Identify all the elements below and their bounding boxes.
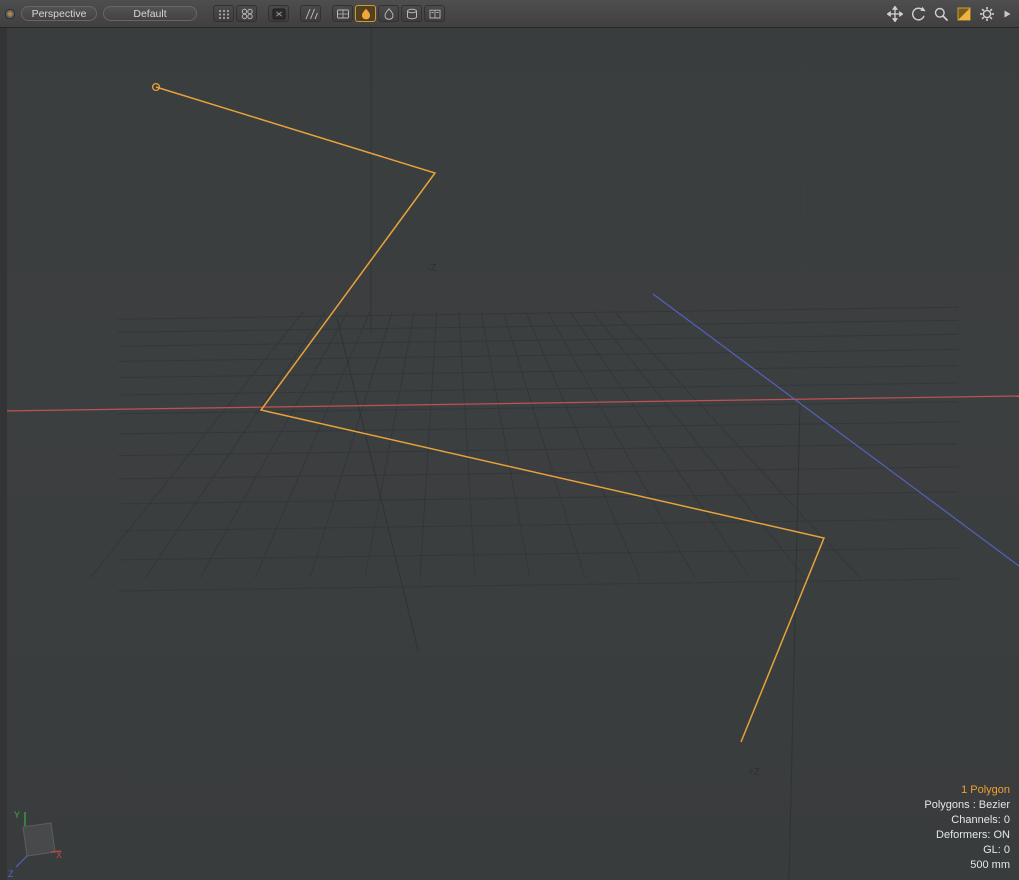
four-circles-icon	[240, 8, 254, 20]
pan-view-button[interactable]	[887, 6, 903, 22]
hatch-icon	[304, 8, 318, 20]
grid-size: 500 mm	[924, 858, 1010, 873]
ground-grid	[90, 307, 958, 591]
square-x-icon	[272, 8, 286, 20]
polygons-type: Polygons : Bezier	[924, 798, 1010, 813]
wireframe-pane-icon	[336, 8, 350, 20]
shaded-flame-icon	[359, 8, 373, 20]
wireframe-pane-button[interactable]	[332, 5, 353, 22]
four-circles-button[interactable]	[236, 5, 257, 22]
viewport-settings-button[interactable]	[979, 6, 995, 22]
pos-z-axis-label: +Z	[748, 767, 760, 778]
hatch-button[interactable]	[300, 5, 321, 22]
workplane-lines	[337, 28, 806, 880]
axis-widget-z-arrow	[16, 856, 27, 867]
modo-3d-viewport-window: Y X Z -Z +Z 1 Polygon Polygons : Bezier …	[0, 0, 1019, 880]
channels-count: Channels: 0	[924, 813, 1010, 828]
workplane-icon	[956, 6, 972, 22]
ghost-flame-icon	[382, 8, 396, 20]
toolbar-left: Perspective Default	[5, 5, 445, 22]
gl-count: GL: 0	[924, 843, 1010, 858]
viewport-left-gutter	[0, 28, 7, 880]
dots-grid-icon	[217, 8, 231, 20]
viewport-info-panel: 1 Polygon Polygons : Bezier Channels: 0 …	[924, 783, 1010, 873]
shaded-flame-button[interactable]	[355, 5, 376, 22]
toolbar-right	[887, 6, 1014, 22]
zoom-icon	[933, 6, 949, 22]
view-type-dropdown[interactable]: Perspective	[21, 6, 97, 21]
axis-orientation-widget: Y X Z	[8, 810, 62, 879]
neg-z-axis-label: -Z	[427, 263, 436, 274]
book-icon	[428, 8, 442, 20]
axis-widget-x-label: X	[56, 850, 62, 860]
cylinder-icon	[405, 8, 419, 20]
pan-icon	[887, 6, 903, 22]
shading-mode-buttons	[213, 5, 445, 22]
axis-widget-z-label: Z	[8, 869, 14, 879]
toolbar-more-button[interactable]	[1002, 6, 1012, 22]
zoom-view-button[interactable]	[933, 6, 949, 22]
3d-viewport-canvas[interactable]: Y X Z	[0, 0, 1019, 880]
gear-icon	[979, 6, 995, 22]
selection-count: 1 Polygon	[924, 783, 1010, 798]
cylinder-button[interactable]	[401, 5, 422, 22]
z-axis-line	[653, 294, 1019, 566]
axis-widget-y-label: Y	[14, 810, 20, 820]
deformers-status: Deformers: ON	[924, 828, 1010, 843]
rotate-icon	[910, 6, 926, 22]
book-button[interactable]	[424, 5, 445, 22]
axis-widget-cube	[23, 823, 55, 856]
viewport-toolbar: Perspective Default	[0, 0, 1019, 28]
workplane-toggle-button[interactable]	[956, 6, 972, 22]
rotate-view-button[interactable]	[910, 6, 926, 22]
ghost-flame-button[interactable]	[378, 5, 399, 22]
caret-right-icon	[1002, 6, 1012, 22]
dots-grid-button[interactable]	[213, 5, 234, 22]
square-x-button[interactable]	[268, 5, 289, 22]
shading-style-dropdown[interactable]: Default	[103, 6, 197, 21]
viewport-menu-dot-icon[interactable]	[5, 9, 15, 19]
